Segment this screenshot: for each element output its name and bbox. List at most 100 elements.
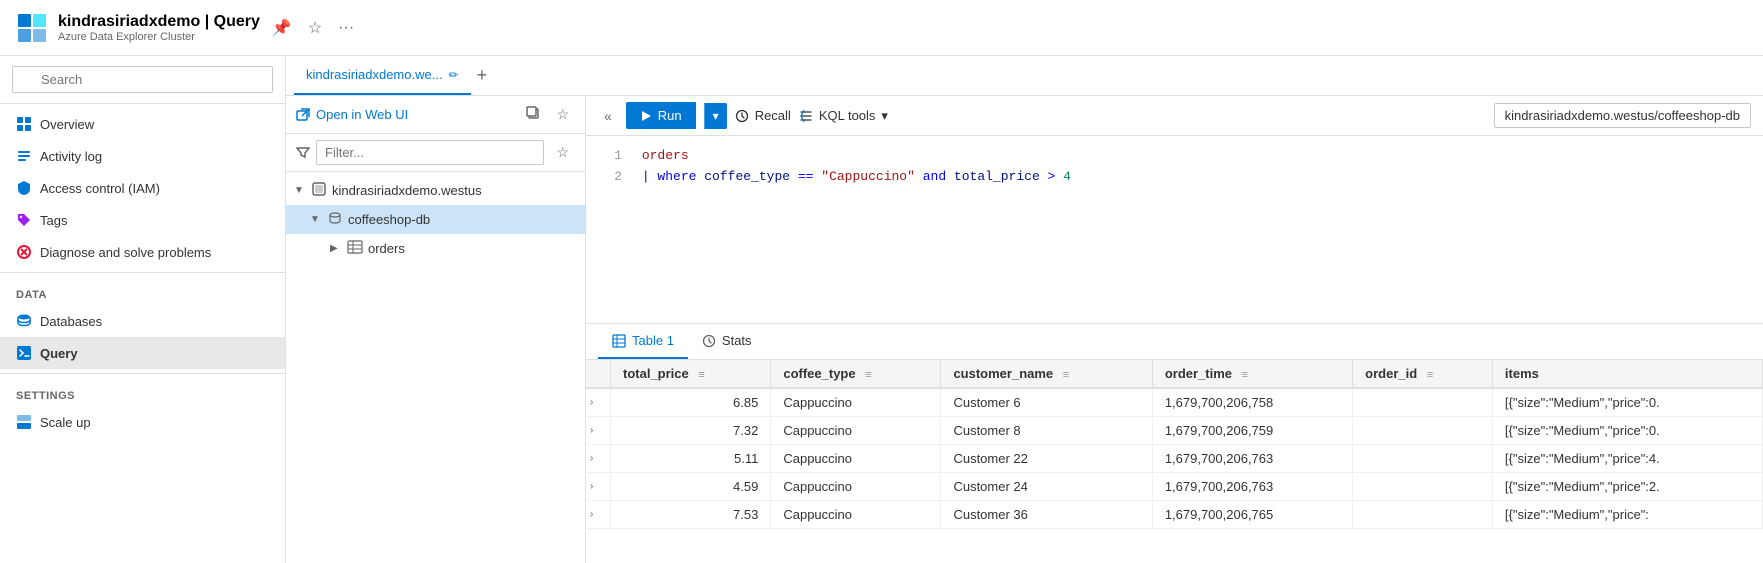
tab-1[interactable]: kindrasiriadxdemo.we... ✏ xyxy=(294,56,471,95)
col-header-order-time[interactable]: order_time ≡ xyxy=(1152,360,1352,388)
cell-customer-name-4: Customer 36 xyxy=(941,501,1152,529)
tree-content: ▼ kindrasiriadxdemo.westus ▼ coffeeshop-… xyxy=(286,172,585,563)
scale-up-icon xyxy=(16,414,32,430)
cell-items-0: [{"size":"Medium","price":0. xyxy=(1492,388,1762,417)
star-icon[interactable]: ☆ xyxy=(304,16,326,40)
col-menu-order-id[interactable]: ≡ xyxy=(1427,369,1433,381)
split-layout: Open in Web UI ☆ ☆ xyxy=(286,96,1763,563)
cell-total-price-3: 4.59 xyxy=(611,473,771,501)
row-expand-4[interactable]: › xyxy=(586,501,611,529)
table-row: › 5.11 Cappuccino Customer 22 1,679,700,… xyxy=(586,445,1763,473)
open-web-ui-button[interactable]: Open in Web UI xyxy=(296,107,408,122)
line-number-1: 1 xyxy=(602,146,622,167)
tree-item-cluster[interactable]: ▼ kindrasiriadxdemo.westus xyxy=(286,176,585,205)
cell-order-id-3 xyxy=(1353,473,1493,501)
databases-label: Databases xyxy=(40,314,102,329)
filter-input[interactable] xyxy=(316,140,544,165)
tree-star-icon[interactable]: ☆ xyxy=(550,104,575,125)
col-header-coffee-type[interactable]: coffee_type ≡ xyxy=(771,360,941,388)
access-control-icon xyxy=(16,180,32,196)
connection-display: kindrasiriadxdemo.westus/coffeeshop-db xyxy=(1494,103,1751,128)
orders-chevron: ▶ xyxy=(330,243,342,254)
row-expand-0[interactable]: › xyxy=(586,388,611,417)
col-menu-order-time[interactable]: ≡ xyxy=(1242,369,1248,381)
cell-total-price-2: 5.11 xyxy=(611,445,771,473)
run-icon xyxy=(640,110,652,122)
sidebar-item-databases[interactable]: Databases xyxy=(0,305,285,337)
orders-table-icon xyxy=(346,239,364,258)
overview-icon xyxy=(16,116,32,132)
col-header-items[interactable]: items xyxy=(1492,360,1762,388)
filter-star-icon[interactable]: ☆ xyxy=(550,142,575,163)
tree-item-orders[interactable]: ▶ orders xyxy=(286,234,585,263)
diagnose-label: Diagnose and solve problems xyxy=(40,245,211,260)
more-icon[interactable]: ··· xyxy=(334,17,358,39)
cell-items-2: [{"size":"Medium","price":4. xyxy=(1492,445,1762,473)
settings-section-header: Settings xyxy=(0,378,285,406)
query-icon xyxy=(16,345,32,361)
editor-panel: « Run ▾ Recall KQL tools ▾ xyxy=(586,96,1763,563)
run-button[interactable]: Run xyxy=(626,102,696,129)
cell-order-id-2 xyxy=(1353,445,1493,473)
col-header-order-id[interactable]: order_id ≡ xyxy=(1353,360,1493,388)
cell-order-time-3: 1,679,700,206,763 xyxy=(1152,473,1352,501)
sidebar-item-access-control[interactable]: Access control (IAM) xyxy=(0,172,285,204)
results-tab-table1[interactable]: Table 1 xyxy=(598,324,688,359)
cell-order-id-0 xyxy=(1353,388,1493,417)
app-name: kindrasiriadxdemo | Query xyxy=(58,13,260,31)
sidebar-item-activity-log[interactable]: Activity log xyxy=(0,140,285,172)
sidebar-item-tags[interactable]: Tags xyxy=(0,204,285,236)
cluster-label: kindrasiriadxdemo.westus xyxy=(332,183,482,198)
sidebar-item-query[interactable]: Query xyxy=(0,337,285,369)
table-row: › 4.59 Cappuccino Customer 24 1,679,700,… xyxy=(586,473,1763,501)
row-expand-3[interactable]: › xyxy=(586,473,611,501)
app-subtitle: Azure Data Explorer Cluster xyxy=(58,31,260,43)
sidebar: Overview Activity log Access control (IA… xyxy=(0,56,286,563)
sidebar-search-container xyxy=(0,56,285,104)
tree-item-database[interactable]: ▼ coffeeshop-db xyxy=(286,205,585,234)
code-editor[interactable]: 1 orders 2 | where coffee_type == "Cappu… xyxy=(586,136,1763,323)
pin-icon[interactable]: 📌 xyxy=(268,16,296,40)
col-menu-customer-name[interactable]: ≡ xyxy=(1063,369,1069,381)
table-header-row: total_price ≡ coffee_type ≡ customer_nam… xyxy=(586,360,1763,388)
top-header: kindrasiriadxdemo | Query Azure Data Exp… xyxy=(0,0,1763,56)
database-chevron: ▼ xyxy=(310,214,322,225)
nav-divider-data xyxy=(0,272,285,273)
kql-tools-dropdown-icon: ▾ xyxy=(881,108,888,124)
sidebar-item-overview[interactable]: Overview xyxy=(0,108,285,140)
row-expand-1[interactable]: › xyxy=(586,417,611,445)
cell-total-price-0: 6.85 xyxy=(611,388,771,417)
query-label: Query xyxy=(40,346,78,361)
col-header-customer-name[interactable]: customer_name ≡ xyxy=(941,360,1152,388)
results-tab-stats[interactable]: Stats xyxy=(688,324,766,359)
col-menu-coffee-type[interactable]: ≡ xyxy=(865,369,871,381)
col-menu-total-price[interactable]: ≡ xyxy=(698,369,704,381)
col-header-expand xyxy=(586,360,611,388)
add-tab-button[interactable]: + xyxy=(471,65,494,86)
cell-order-time-4: 1,679,700,206,765 xyxy=(1152,501,1352,529)
activity-log-icon xyxy=(16,148,32,164)
tab-1-label: kindrasiriadxdemo.we... xyxy=(306,67,443,82)
run-dropdown-button[interactable]: ▾ xyxy=(704,103,727,129)
cell-items-3: [{"size":"Medium","price":2. xyxy=(1492,473,1762,501)
databases-icon xyxy=(16,313,32,329)
tab-edit-icon[interactable]: ✏ xyxy=(449,68,459,82)
cell-total-price-1: 7.32 xyxy=(611,417,771,445)
row-expand-2[interactable]: › xyxy=(586,445,611,473)
collapse-editor-button[interactable]: « xyxy=(598,106,618,126)
cell-customer-name-0: Customer 6 xyxy=(941,388,1152,417)
sidebar-item-scale-up[interactable]: Scale up xyxy=(0,406,285,438)
results-table-container: total_price ≡ coffee_type ≡ customer_nam… xyxy=(586,360,1763,563)
cell-customer-name-2: Customer 22 xyxy=(941,445,1152,473)
cell-items-4: [{"size":"Medium","price": xyxy=(1492,501,1762,529)
recall-button[interactable]: Recall xyxy=(735,108,791,123)
kql-tools-button[interactable]: KQL tools ▾ xyxy=(799,108,888,124)
sidebar-item-diagnose[interactable]: Diagnose and solve problems xyxy=(0,236,285,268)
activity-log-label: Activity log xyxy=(40,149,102,164)
content-area: kindrasiriadxdemo.we... ✏ + Open in Web … xyxy=(286,56,1763,563)
col-header-total-price[interactable]: total_price ≡ xyxy=(611,360,771,388)
search-input[interactable] xyxy=(12,66,273,93)
tree-copy-icon[interactable] xyxy=(520,104,546,125)
orders-label: orders xyxy=(368,241,405,256)
cluster-chevron: ▼ xyxy=(294,185,306,196)
